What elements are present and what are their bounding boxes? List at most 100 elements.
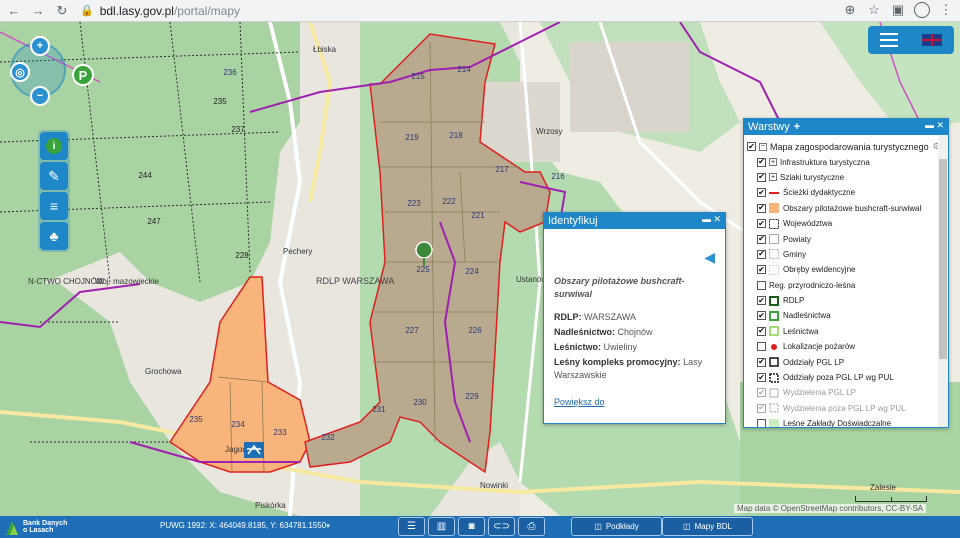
collapse-icon[interactable]: − (759, 142, 767, 151)
camera-button[interactable]: ◙ (458, 517, 485, 536)
coordinates-readout[interactable]: PUWG 1992: X: 464049.8185, Y: 634781.155… (160, 521, 330, 530)
print-button[interactable]: ⎙ (518, 517, 545, 536)
layer-checkbox[interactable] (757, 419, 766, 427)
layer-row[interactable]: Ścieżki dydaktyczne (747, 185, 935, 200)
layer-row[interactable]: Leśnictwa (747, 324, 935, 339)
layer-checkbox[interactable] (757, 172, 766, 182)
layer-checkbox[interactable] (757, 249, 766, 259)
star-icon[interactable]: ☆ (866, 2, 882, 18)
layer-label: Leśne Zakłady Doświadczalne (783, 419, 892, 427)
place-label: Piskórka (255, 501, 286, 510)
english-flag-icon[interactable] (922, 34, 942, 46)
back-icon[interactable]: ← (4, 1, 24, 21)
layer-row[interactable]: Wydzielenia poza PGL LP wg PUL (747, 401, 935, 416)
list-icon: ☰ (407, 521, 416, 532)
layer-checkbox[interactable] (757, 234, 766, 244)
layer-checkbox[interactable] (757, 280, 766, 290)
parcel-label-229: 229 (465, 392, 479, 401)
layer-row[interactable]: +Infrastruktura turystyczna (747, 154, 935, 169)
bdl-logo[interactable]: Bank Danych o Lasach (4, 516, 74, 538)
menu-kebab-icon[interactable]: ⋮ (938, 2, 954, 18)
field-key: RDLP: (554, 312, 582, 323)
layer-symbol-icon (769, 264, 779, 275)
add-layer-icon[interactable]: + (794, 121, 800, 133)
panel-controls-icon[interactable]: ▬ ✕ (925, 120, 944, 131)
layer-label: Leśnictwa (783, 326, 819, 336)
locate-icon[interactable]: ◎ (10, 62, 30, 82)
region-label: Woj. mazowieckie (95, 277, 159, 286)
arrow-left-icon[interactable]: ◀ (704, 249, 715, 266)
parcel-label-223: 223 (407, 199, 421, 208)
field-row: Nadleśnictwo: Chojnów (554, 326, 715, 339)
forward-icon[interactable]: → (28, 1, 48, 21)
place-label: Grochowa (145, 367, 182, 376)
profile-avatar[interactable] (914, 2, 930, 18)
tree-logo-icon (6, 521, 18, 535)
layer-label: Oddziały poza PGL LP wg PUL (783, 373, 894, 383)
reload-icon[interactable]: ↻ (52, 1, 72, 21)
layer-row[interactable]: Leśne Zakłady Doświadczalne (747, 416, 935, 427)
layers-header: Warstwy + ▬ ✕ (744, 119, 948, 135)
measure-icon: ✎ (48, 167, 60, 184)
layer-checkbox[interactable] (757, 188, 766, 198)
home-button[interactable]: ♣ (40, 222, 68, 250)
field-key: Leśnictwo: (554, 342, 602, 353)
layer-checkbox[interactable] (757, 357, 766, 367)
layer-row[interactable]: Wydzielenia PGL LP (747, 385, 935, 400)
menu-icon[interactable] (880, 33, 898, 47)
layer-symbol-icon (769, 249, 779, 260)
layers-db-button[interactable]: ≡ (40, 192, 68, 220)
parking-icon[interactable]: P (72, 64, 94, 86)
measure-button[interactable]: ✎ (40, 162, 68, 190)
layer-checkbox[interactable] (757, 342, 766, 352)
layer-checkbox[interactable] (757, 265, 766, 275)
expand-icon[interactable]: + (769, 173, 777, 182)
zoom-out-icon[interactable]: − (30, 86, 50, 106)
location-icon[interactable]: ⊕ (842, 2, 858, 18)
layers-scrollbar[interactable] (938, 135, 948, 427)
picnic-icon (244, 442, 264, 458)
layer-checkbox[interactable] (757, 388, 766, 398)
expand-icon[interactable]: + (769, 158, 777, 167)
layer-row[interactable]: Lokalizacje pożarów (747, 339, 935, 354)
layer-label: Województwa (783, 219, 833, 229)
layer-checkbox[interactable] (757, 326, 766, 336)
layer-row[interactable]: Reg. przyrodniczo-leśna (747, 278, 935, 293)
layer-checkbox[interactable] (757, 219, 766, 229)
panel-controls-icon[interactable]: ▬ ✕ (702, 214, 721, 225)
mapy-bdl-button[interactable]: ◫ Mapy BDL (662, 517, 753, 536)
layer-label: RDLP (783, 296, 805, 306)
layer-checkbox[interactable] (757, 403, 766, 413)
layer-checkbox[interactable] (747, 142, 756, 152)
layer-row[interactable]: Województwa (747, 216, 935, 231)
address-bar[interactable]: 🔒 bdl.lasy.gov.pl /portal/mapy (80, 2, 880, 20)
zoom-to-link[interactable]: Powiększ do (554, 396, 715, 409)
zoom-in-icon[interactable]: + (30, 36, 50, 56)
podklady-button[interactable]: ◫ Podkłady (571, 517, 662, 536)
layer-row[interactable]: Oddziały PGL LP (747, 354, 935, 369)
link-button[interactable]: ⊂⊃ (488, 517, 515, 536)
layer-row[interactable]: RDLP (747, 293, 935, 308)
layer-row[interactable]: +Szlaki turystyczne (747, 170, 935, 185)
caret-down-icon[interactable]: ▾ (326, 523, 330, 530)
basemap-icon: ◫ (594, 522, 602, 531)
layer-checkbox[interactable] (757, 203, 766, 213)
layer-row[interactable]: Oddziały poza PGL LP wg PUL (747, 370, 935, 385)
layer-row[interactable]: Nadleśnictwa (747, 308, 935, 323)
chart-button[interactable]: ▥ (428, 517, 455, 536)
parcel-label-232: 232 (321, 433, 335, 442)
layer-label: Obszary pilotażowe bushcraft-surwiwal (783, 203, 922, 213)
layer-row[interactable]: Gminy (747, 247, 935, 262)
layer-row[interactable]: Obręby ewidencyjne (747, 262, 935, 277)
list-button[interactable]: ☰ (398, 517, 425, 536)
layer-checkbox[interactable] (757, 311, 766, 321)
layer-checkbox[interactable] (757, 373, 766, 383)
layer-checkbox[interactable] (757, 157, 766, 167)
layer-checkbox[interactable] (757, 296, 766, 306)
extension-icon[interactable]: ▣ (890, 2, 906, 18)
town-area (570, 42, 690, 132)
layer-row[interactable]: Powiaty (747, 231, 935, 246)
layer-row[interactable]: Obszary pilotażowe bushcraft-surwiwal (747, 201, 935, 216)
parcel-label-222: 222 (442, 197, 456, 206)
info-button[interactable]: i (40, 132, 68, 160)
